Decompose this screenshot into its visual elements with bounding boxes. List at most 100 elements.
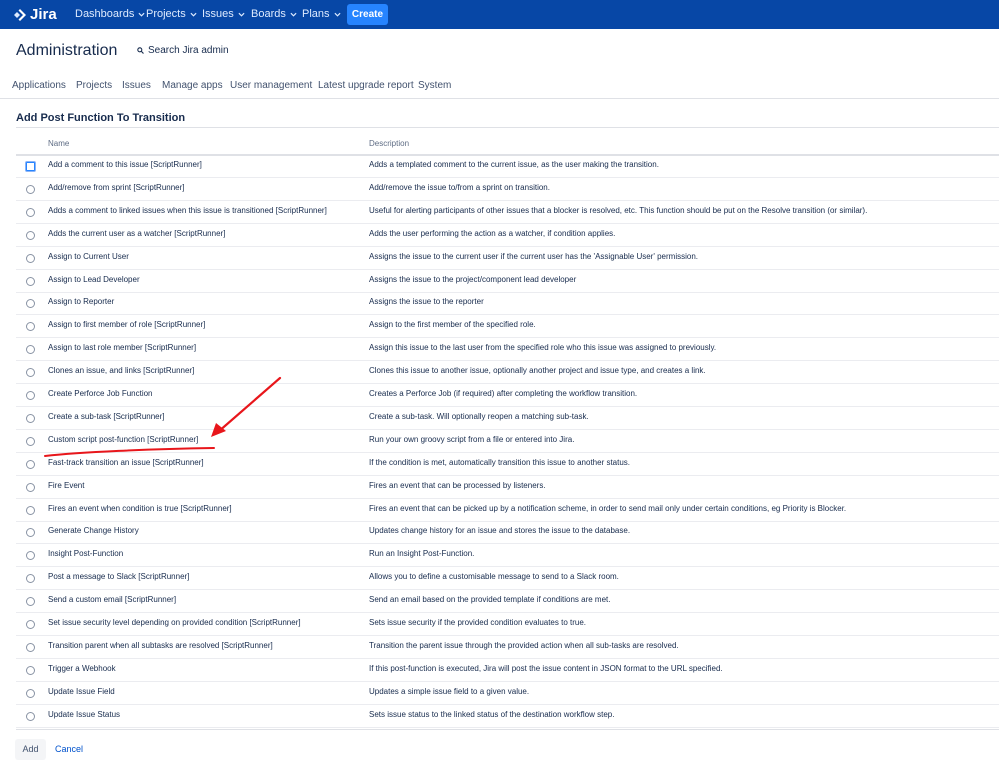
row-name: Transition parent when all subtasks are … — [48, 640, 273, 650]
table-row[interactable]: Assign to Lead Developer Assigns the issu… — [16, 270, 999, 293]
row-description: Add/remove the issue to/from a sprint on… — [369, 182, 550, 192]
chevron-down-icon — [238, 12, 245, 17]
row-radio-button[interactable] — [26, 597, 35, 607]
row-radio-button[interactable] — [26, 253, 35, 263]
jira-logo-text: Jira — [30, 6, 57, 23]
row-radio-button[interactable] — [26, 688, 35, 698]
row-description: Sets issue security if the provided cond… — [369, 618, 587, 627]
table-row[interactable]: Set issue security level depending on pr… — [16, 613, 999, 636]
cancel-link[interactable]: Cancel — [55, 744, 83, 754]
nav-boards-label: Boards — [251, 8, 286, 20]
table-row[interactable]: Assign to last role member [ScriptRunner… — [16, 338, 999, 362]
row-radio-button[interactable] — [26, 528, 35, 538]
table-row[interactable]: Send a custom email [ScriptRunner] Send a… — [16, 590, 999, 614]
row-name: Trigger a Webhook — [48, 663, 116, 673]
table-row[interactable]: Post a message to Slack [ScriptRunner] Al… — [16, 567, 999, 591]
row-description: Allows you to define a customisable mess… — [369, 572, 619, 582]
table-row[interactable]: Assign to first member of role [ScriptRu… — [16, 315, 999, 339]
tab-projects[interactable]: Projects — [76, 80, 112, 91]
row-radio-button[interactable] — [26, 620, 35, 629]
search-jira-admin[interactable]: Search Jira admin — [137, 45, 229, 56]
table-row[interactable]: Trigger a Webhook If this post-function i… — [16, 659, 999, 682]
row-name: Assign to last role member [ScriptRunner… — [48, 343, 197, 353]
row-name: Fire Event — [48, 480, 85, 490]
row-radio-button[interactable] — [26, 162, 35, 171]
row-description: Send an email based on the provided temp… — [369, 595, 611, 605]
jira-logo[interactable]: Jira — [13, 5, 57, 24]
tab-latest-upgrade-report[interactable]: Latest upgrade report — [318, 80, 414, 91]
table-row[interactable]: Adds the current user as a watcher [Scri… — [16, 224, 999, 247]
row-description: Assigns the issue to the current user if… — [369, 251, 698, 261]
table-row[interactable]: Create a sub-task [ScriptRunner] Create a… — [16, 407, 999, 430]
nav-dashboards-label: Dashboards — [75, 8, 135, 20]
row-description: If this post-function is executed, Jira … — [369, 663, 723, 673]
nav-issues[interactable]: Issues — [202, 0, 245, 29]
tab-user-management[interactable]: User management — [230, 80, 312, 91]
table-row[interactable]: Fires an event when condition is true [S… — [16, 499, 999, 522]
table-row[interactable]: Update Issue Field Updates a simple issue… — [16, 682, 999, 705]
nav-dashboards[interactable]: Dashboards — [75, 0, 145, 29]
nav-plans[interactable]: Plans — [302, 0, 341, 29]
table-row[interactable]: Insight Post-Function Run an Insight Post… — [16, 544, 999, 568]
row-radio-button[interactable] — [26, 505, 35, 515]
row-radio-button[interactable] — [26, 574, 35, 584]
row-name: Clones an issue, and links [ScriptRunner… — [48, 366, 195, 376]
table-row[interactable]: Adds a comment to linked issues when thi… — [16, 201, 999, 224]
table-row[interactable]: Assign to Current User Assigns the issue … — [16, 247, 999, 270]
search-jira-admin-label: Search Jira admin — [148, 45, 229, 56]
table-row[interactable]: Add/remove from sprint [ScriptRunner] Add… — [16, 178, 999, 201]
row-radio-button[interactable] — [26, 413, 35, 423]
row-radio-button[interactable] — [26, 711, 35, 721]
create-button[interactable]: Create — [347, 4, 388, 25]
chevron-down-icon — [138, 12, 145, 17]
row-radio-button[interactable] — [26, 551, 35, 561]
table-row[interactable]: Add a comment to this issue [ScriptRunne… — [16, 155, 999, 178]
row-radio-button[interactable] — [26, 322, 35, 332]
row-name: Fires an event when condition is true [S… — [48, 503, 232, 513]
table-row[interactable]: Create Perforce Job Function Creates a Pe… — [16, 384, 999, 407]
row-name: Create a sub-task [ScriptRunner] — [48, 411, 165, 421]
row-radio-button[interactable] — [26, 299, 35, 309]
row-radio-button[interactable] — [26, 230, 35, 240]
section-divider — [16, 127, 999, 128]
row-name: Update Issue Field — [48, 686, 115, 696]
jira-logo-icon — [14, 8, 26, 21]
row-radio-button[interactable] — [26, 276, 35, 286]
table-row[interactable]: Clones an issue, and links [ScriptRunner… — [16, 361, 999, 385]
row-name: Update Issue Status — [48, 709, 121, 719]
row-radio-button[interactable] — [26, 368, 35, 378]
table-row[interactable]: Fire Event Fires an event that can be pro… — [16, 476, 999, 499]
tab-system[interactable]: System — [418, 80, 451, 91]
table-row[interactable]: Custom script post-function [ScriptRunne… — [16, 430, 999, 453]
table-row[interactable]: Generate Change History Updates change hi… — [16, 521, 999, 545]
row-radio-button[interactable] — [26, 459, 35, 469]
tab-applications[interactable]: Applications — [12, 80, 66, 91]
search-icon — [137, 47, 144, 54]
table-row[interactable]: Assign to Reporter Assigns the issue to t… — [16, 292, 999, 316]
table-row[interactable]: Update Issue Status Sets issue status to … — [16, 705, 999, 728]
row-radio-button[interactable] — [26, 184, 35, 194]
row-name: Generate Change History — [48, 526, 139, 536]
row-radio-button[interactable] — [26, 665, 35, 675]
row-name: Post a message to Slack [ScriptRunner] — [48, 572, 190, 582]
row-name: Create Perforce Job Function — [48, 389, 153, 398]
row-radio-button[interactable] — [26, 436, 35, 446]
table-row[interactable]: Transition parent when all subtasks are … — [16, 636, 999, 659]
row-name: Assign to Current User — [48, 251, 129, 261]
row-description: Sets issue status to the linked status o… — [369, 709, 615, 719]
nav-projects[interactable]: Projects — [146, 0, 197, 29]
row-radio-button[interactable] — [26, 482, 35, 492]
column-header-description: Description — [369, 139, 410, 148]
nav-boards[interactable]: Boards — [251, 0, 297, 29]
row-radio-button[interactable] — [26, 345, 35, 355]
row-description: Adds a templated comment to the current … — [369, 160, 659, 169]
table-row[interactable]: Fast-track transition an issue [ScriptRu… — [16, 453, 999, 476]
nav-plans-label: Plans — [302, 8, 330, 20]
row-radio-button[interactable] — [26, 642, 35, 652]
row-radio-button[interactable] — [26, 391, 35, 400]
page-title: Administration — [16, 42, 118, 59]
tab-manage-apps[interactable]: Manage apps — [162, 80, 223, 91]
tab-issues[interactable]: Issues — [122, 80, 151, 91]
add-button[interactable]: Add — [15, 739, 46, 760]
row-radio-button[interactable] — [26, 207, 35, 217]
